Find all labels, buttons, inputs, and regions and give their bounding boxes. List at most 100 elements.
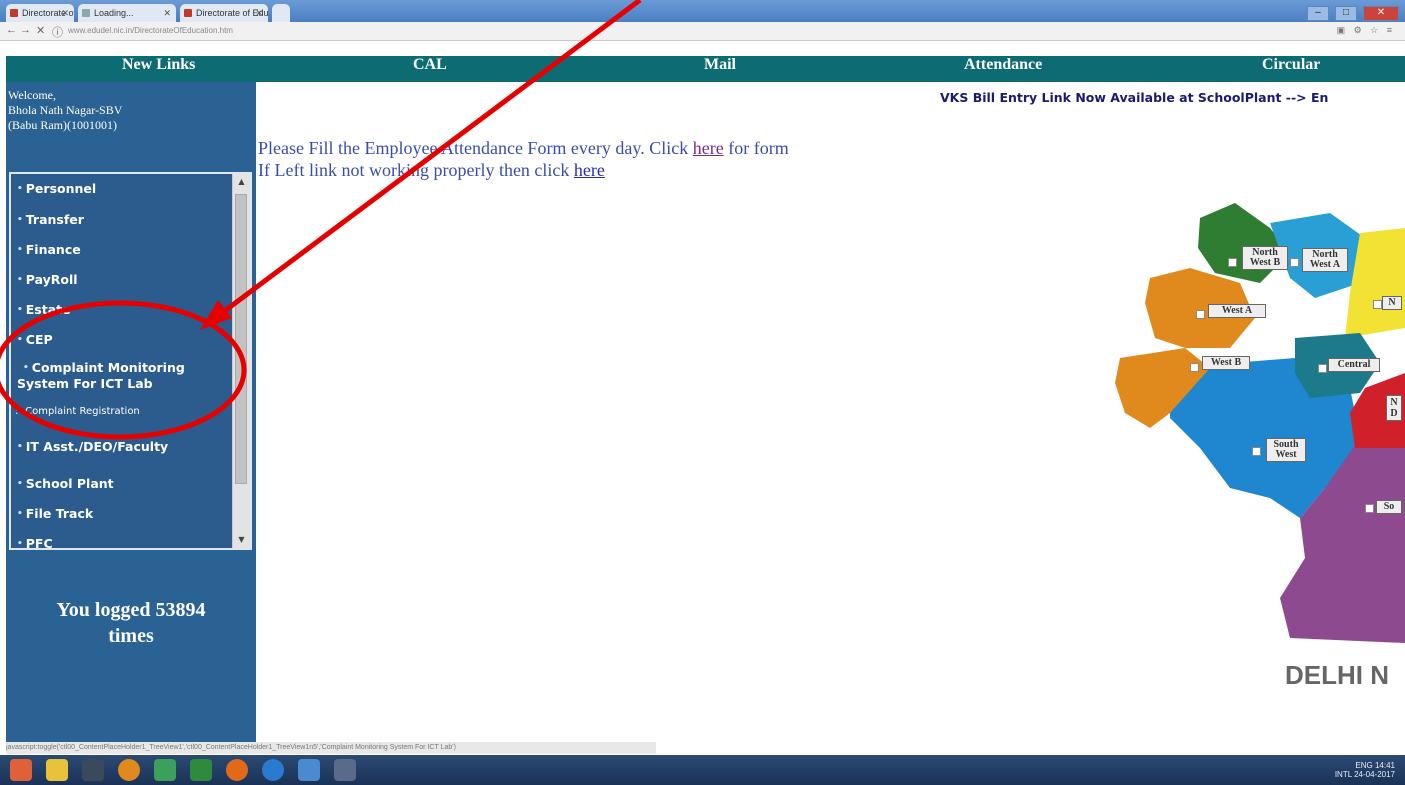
menu-item-pfc[interactable]: • PFC bbox=[17, 536, 53, 550]
app-icon[interactable] bbox=[298, 759, 320, 781]
bullet-icon: • bbox=[17, 245, 23, 255]
alternate-menu-link[interactable]: here bbox=[574, 160, 605, 180]
menu-item-payroll[interactable]: • PayRoll bbox=[17, 272, 78, 287]
menu-label: Complaint Monitoring bbox=[31, 360, 185, 375]
internet-explorer-icon[interactable] bbox=[262, 759, 284, 781]
menu-label: Transfer bbox=[25, 212, 84, 227]
district-label-central[interactable]: Central bbox=[1328, 358, 1380, 372]
browser-tab[interactable]: Directorate of Education ✕ bbox=[6, 4, 74, 22]
bullet-icon: • bbox=[17, 184, 23, 194]
forward-button[interactable]: → bbox=[20, 24, 31, 36]
menu-tree: • Personnel • Transfer • Finance • PayRoll •… bbox=[9, 172, 252, 550]
menu-scrollbar[interactable]: ▲ ▼ bbox=[232, 174, 250, 548]
back-button[interactable]: ← bbox=[6, 24, 17, 36]
district-label-south-west[interactable]: South West bbox=[1266, 438, 1306, 462]
menu-label: IT Asst./DEO/Faculty bbox=[25, 439, 169, 454]
scroll-up-arrow-icon[interactable]: ▲ bbox=[233, 174, 250, 190]
app-icon[interactable] bbox=[82, 759, 104, 781]
minimize-button[interactable]: – bbox=[1307, 6, 1329, 21]
maximize-button[interactable]: □ bbox=[1335, 6, 1357, 21]
map-marker-icon bbox=[1228, 258, 1237, 267]
notice-text: If Left link not working properly then c… bbox=[258, 160, 570, 180]
notice-text: Please Fill the Employee Attendance Form… bbox=[258, 138, 689, 158]
bullet-icon: • bbox=[17, 335, 23, 345]
tab-title: Loading... bbox=[94, 8, 134, 18]
bullet-icon: • bbox=[17, 275, 23, 285]
map-marker-icon bbox=[1290, 258, 1299, 267]
district-label-north-west-b[interactable]: North West B bbox=[1242, 246, 1288, 270]
top-navigation: New Links CAL Mail Attendance Circular bbox=[6, 56, 1405, 82]
scrollbar-thumb[interactable] bbox=[235, 194, 247, 484]
district-label-west-a[interactable]: West A bbox=[1208, 304, 1266, 318]
loading-icon bbox=[82, 9, 90, 17]
map-marker-icon bbox=[1252, 447, 1261, 456]
announcement-marquee[interactable]: VKS Bill Entry Link Now Available at Sch… bbox=[940, 90, 1328, 105]
delhi-district-map[interactable]: North West B North West A N West A West … bbox=[1110, 198, 1405, 643]
district-label-new-delhi[interactable]: N D bbox=[1386, 395, 1402, 421]
scroll-down-arrow-icon[interactable]: ▼ bbox=[233, 532, 250, 548]
browser-address-bar: ← → ✕ ⓘ www.edudel.nic.in/DirectorateOfE… bbox=[0, 22, 1405, 41]
bullet-icon: • bbox=[17, 479, 23, 489]
url-field[interactable]: www.edudel.nic.in/DirectorateOfEducation… bbox=[68, 25, 1278, 37]
district-label-west-b[interactable]: West B bbox=[1202, 356, 1250, 370]
excel-icon[interactable] bbox=[190, 759, 212, 781]
welcome-user: (Babu Ram)(1001001) bbox=[8, 118, 117, 132]
district-label-north-west-a[interactable]: North West A bbox=[1302, 248, 1348, 272]
nav-attendance[interactable]: Attendance bbox=[964, 56, 1042, 82]
folder-icon[interactable] bbox=[46, 759, 68, 781]
attendance-form-link[interactable]: here bbox=[693, 138, 724, 158]
chrome-icon[interactable] bbox=[154, 759, 176, 781]
menu-item-cep[interactable]: • CEP bbox=[17, 332, 53, 347]
map-marker-icon bbox=[1318, 364, 1327, 373]
stop-button[interactable]: ✕ bbox=[36, 24, 45, 37]
bullet-icon: • bbox=[17, 509, 23, 519]
menu-label: Finance bbox=[25, 242, 81, 257]
notice-line-1: Please Fill the Employee Attendance Form… bbox=[258, 137, 789, 159]
firefox-icon[interactable] bbox=[226, 759, 248, 781]
terminal-icon[interactable] bbox=[334, 759, 356, 781]
browser-tab-active[interactable]: Directorate of Education ✕ bbox=[180, 4, 268, 22]
welcome-school: Bhola Nath Nagar-SBV bbox=[8, 103, 123, 117]
menu-label: PayRoll bbox=[25, 272, 78, 287]
map-marker-icon bbox=[1196, 310, 1205, 319]
favicon-icon bbox=[184, 9, 192, 17]
close-window-button[interactable]: ✕ bbox=[1363, 6, 1399, 21]
notice-text: for form bbox=[728, 138, 789, 158]
window-controls: – □ ✕ bbox=[1305, 2, 1399, 21]
menu-item-transfer[interactable]: • Transfer bbox=[17, 212, 84, 227]
district-label-north[interactable]: N bbox=[1382, 296, 1402, 310]
extension-icons[interactable]: ▣ ⚙ ☆ ≡ bbox=[1337, 25, 1395, 36]
menu-label: File Track bbox=[25, 506, 94, 521]
menu-label: School Plant bbox=[25, 476, 114, 491]
district-label-south[interactable]: So bbox=[1376, 500, 1402, 514]
new-tab-button[interactable] bbox=[272, 4, 290, 22]
menu-label: PFC bbox=[25, 536, 53, 550]
taskbar: ENG 14:41 INTL 24-04-2017 bbox=[0, 755, 1405, 785]
nav-cal[interactable]: CAL bbox=[413, 56, 447, 82]
nav-mail[interactable]: Mail bbox=[704, 56, 736, 82]
close-tab-icon[interactable]: ✕ bbox=[61, 4, 69, 22]
sidebar: Welcome, Bhola Nath Nagar-SBV (Babu Ram)… bbox=[6, 82, 256, 742]
notice-line-2: If Left link not working properly then c… bbox=[258, 159, 789, 181]
browser-tab[interactable]: Loading... ✕ bbox=[78, 4, 176, 22]
nav-new-links[interactable]: New Links bbox=[122, 56, 195, 82]
submenu-complaint-registration[interactable]: :- Complaint Registration bbox=[15, 406, 140, 417]
map-marker-icon bbox=[1373, 300, 1382, 309]
menu-item-finance[interactable]: • Finance bbox=[17, 242, 81, 257]
map-marker-icon bbox=[1190, 363, 1199, 372]
menu-item-estate[interactable]: • Estate bbox=[17, 302, 71, 317]
login-count-unit: times bbox=[108, 625, 154, 647]
media-player-icon[interactable] bbox=[118, 759, 140, 781]
menu-item-it-asst[interactable]: • IT Asst./DEO/Faculty bbox=[17, 439, 168, 454]
nav-circular[interactable]: Circular bbox=[1262, 56, 1320, 82]
menu-item-file-track[interactable]: • File Track bbox=[17, 506, 93, 521]
menu-label: System For ICT Lab bbox=[17, 376, 153, 391]
close-tab-icon[interactable]: ✕ bbox=[255, 4, 263, 22]
menu-item-personnel[interactable]: • Personnel bbox=[17, 181, 96, 196]
menu-item-school-plant[interactable]: • School Plant bbox=[17, 476, 114, 491]
start-icon[interactable] bbox=[10, 759, 32, 781]
bullet-icon: • bbox=[17, 539, 23, 549]
system-tray[interactable]: ENG 14:41 INTL 24-04-2017 bbox=[1335, 761, 1395, 779]
menu-item-complaint-monitoring[interactable]: • Complaint Monitoring System For ICT Lab bbox=[17, 361, 185, 390]
close-tab-icon[interactable]: ✕ bbox=[163, 4, 171, 22]
